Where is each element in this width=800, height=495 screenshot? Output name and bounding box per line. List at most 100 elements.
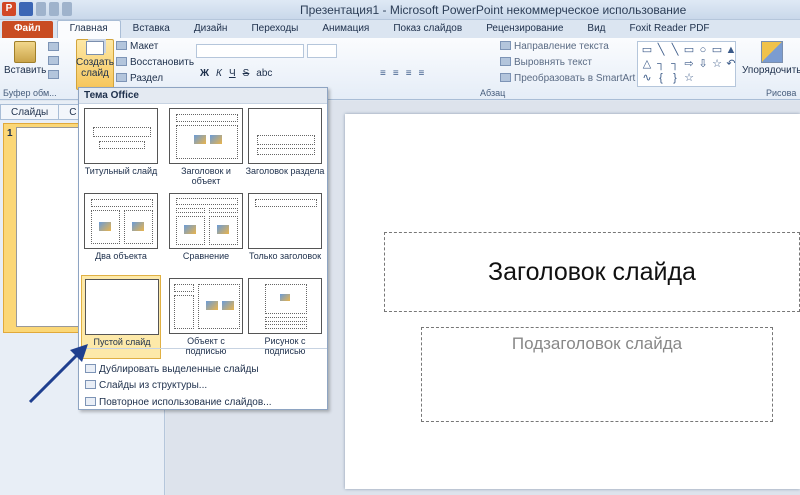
tab-file[interactable]: Файл	[2, 21, 53, 38]
convert-smartart-button[interactable]: Преобразовать в SmartArt	[500, 73, 635, 84]
align-left-icon[interactable]: ≡	[380, 68, 386, 79]
layout-comparison[interactable]: Сравнение	[166, 190, 246, 274]
pane-tabs: Слайды С	[0, 104, 88, 120]
shape-arrow-down-icon[interactable]: ⇩	[696, 57, 710, 71]
drawing-group-label: Рисова	[766, 88, 797, 98]
ribbon-tabs: Файл Главная Вставка Дизайн Переходы Ани…	[0, 20, 800, 38]
tab-design[interactable]: Дизайн	[182, 21, 240, 38]
tab-transitions[interactable]: Переходы	[239, 21, 310, 38]
justify-icon[interactable]: ≡	[419, 68, 425, 79]
italic-button[interactable]: К	[216, 68, 222, 79]
copy-icon[interactable]	[48, 56, 59, 65]
shape-rect3-icon[interactable]: ▭	[710, 43, 724, 57]
align-text-label: Выровнять текст	[514, 57, 592, 68]
reuse-slides-command[interactable]: Повторное использование слайдов...	[85, 397, 272, 408]
slides-from-outline-label: Слайды из структуры...	[99, 380, 208, 391]
shape-bend-icon[interactable]: ↶	[724, 57, 738, 71]
text-direction-button[interactable]: Направление текста	[500, 41, 609, 52]
redo-icon[interactable]	[49, 2, 59, 16]
font-size-input[interactable]	[307, 44, 337, 58]
title-placeholder[interactable]: Заголовок слайда	[384, 232, 800, 312]
shape-brace2-icon[interactable]: }	[668, 71, 682, 85]
layout-thumb	[248, 193, 322, 249]
shape-star2-icon[interactable]: ☆	[682, 71, 696, 85]
layout-title-content[interactable]: Заголовок и объект	[166, 105, 246, 189]
layout-thumb	[169, 193, 243, 249]
tab-view[interactable]: Вид	[575, 21, 617, 38]
section-icon	[116, 73, 127, 82]
shape-line-icon[interactable]: ╲	[654, 43, 668, 57]
duplicate-slides-command[interactable]: Дублировать выделенные слайды	[85, 364, 259, 375]
layout-label: Заголовок и объект	[181, 166, 231, 186]
paragraph-group-label: Абзац	[480, 88, 506, 98]
font-name-input[interactable]	[196, 44, 304, 58]
strikethrough-button[interactable]: S	[243, 68, 250, 79]
reset-icon	[116, 57, 127, 66]
shape-line2-icon[interactable]: ╲	[668, 43, 682, 57]
layout-title-only[interactable]: Только заголовок	[245, 190, 325, 274]
shape-triangle-icon[interactable]: ▲	[724, 43, 738, 57]
tab-home[interactable]: Главная	[56, 20, 121, 38]
layout-title-slide[interactable]: Титульный слайд	[81, 105, 161, 189]
bold-button[interactable]: Ж	[200, 68, 209, 79]
save-icon[interactable]	[19, 2, 33, 16]
shape-brace-icon[interactable]: {	[654, 71, 668, 85]
layout-thumb	[169, 108, 243, 164]
customize-qat-icon[interactable]	[62, 2, 72, 16]
reset-button[interactable]: Восстановить	[116, 57, 194, 68]
layout-button[interactable]: Макет	[116, 41, 158, 52]
shape-curve-icon[interactable]: ∿	[640, 71, 654, 85]
new-slide-icon	[86, 41, 104, 55]
align-right-icon[interactable]: ≡	[406, 68, 412, 79]
shape-arrow-right-icon[interactable]: ⇨	[682, 57, 696, 71]
tab-insert[interactable]: Вставка	[121, 21, 182, 38]
paste-button-label: Вставить	[4, 65, 47, 76]
shape-oval-icon[interactable]: ○	[696, 43, 710, 57]
undo-icon[interactable]	[36, 2, 46, 16]
shape-star-icon[interactable]: ☆	[710, 57, 724, 71]
underline-button[interactable]: Ч	[229, 68, 236, 79]
convert-smartart-label: Преобразовать в SmartArt	[514, 73, 636, 84]
section-button[interactable]: Раздел	[116, 73, 163, 84]
align-text-button[interactable]: Выровнять текст	[500, 57, 592, 68]
layout-thumb	[84, 193, 158, 249]
shape-connector-icon[interactable]: ┐	[654, 57, 668, 71]
shapes-gallery[interactable]: ▭ ╲ ╲ ▭ ○ ▭ ▲ △ ┐ ┐ ⇨ ⇩ ☆ ↶ ∿ { } ☆	[637, 41, 736, 87]
layout-thumb	[248, 278, 322, 334]
tab-animations[interactable]: Анимация	[310, 21, 381, 38]
slide-thumbnail[interactable]	[16, 127, 80, 327]
smartart-icon	[500, 73, 511, 82]
theme-header: Тема Office	[79, 88, 327, 104]
new-slide-button-content[interactable]: Создать слайд	[76, 41, 114, 79]
subtitle-placeholder[interactable]: Подзаголовок слайда	[421, 327, 773, 422]
paste-button[interactable]: Вставить	[4, 41, 46, 76]
layout-picture-caption[interactable]: Рисунок с подписью	[245, 275, 325, 359]
shape-triangle2-icon[interactable]: △	[640, 57, 654, 71]
layout-label: Рисунок с подписью	[264, 336, 306, 356]
font-format-row: Ж К Ч S abc	[200, 68, 272, 79]
layout-two-content[interactable]: Два объекта	[81, 190, 161, 274]
powerpoint-app-icon[interactable]: P	[2, 2, 16, 16]
shape-rect2-icon[interactable]: ▭	[682, 43, 696, 57]
clipboard-group-label: Буфер обм...	[3, 88, 57, 98]
tab-foxit[interactable]: Foxit Reader PDF	[618, 21, 722, 38]
shape-connector2-icon[interactable]: ┐	[668, 57, 682, 71]
shape-rect-icon[interactable]: ▭	[640, 43, 654, 57]
align-center-icon[interactable]: ≡	[393, 68, 399, 79]
layout-section-header[interactable]: Заголовок раздела	[245, 105, 325, 189]
layout-label: Сравнение	[182, 251, 230, 261]
tab-slideshow[interactable]: Показ слайдов	[381, 21, 474, 38]
cut-icon[interactable]	[48, 42, 59, 51]
duplicate-slides-label: Дублировать выделенные слайды	[99, 364, 259, 375]
layout-label: Титульный слайд	[84, 166, 158, 176]
layout-blank[interactable]: Пустой слайд	[81, 275, 161, 359]
arrange-button[interactable]: Упорядочить	[742, 41, 800, 76]
tab-review[interactable]: Рецензирование	[474, 21, 575, 38]
slides-from-outline-command[interactable]: Слайды из структуры...	[85, 380, 207, 391]
tab-slides-pane[interactable]: Слайды	[0, 104, 60, 120]
format-painter-icon[interactable]	[48, 70, 59, 79]
layout-content-caption[interactable]: Объект с подписью	[166, 275, 246, 359]
slide-number: 1	[7, 128, 13, 139]
char-spacing-button[interactable]: abc	[256, 68, 272, 79]
align-row: ≡ ≡ ≡ ≡	[380, 68, 424, 79]
